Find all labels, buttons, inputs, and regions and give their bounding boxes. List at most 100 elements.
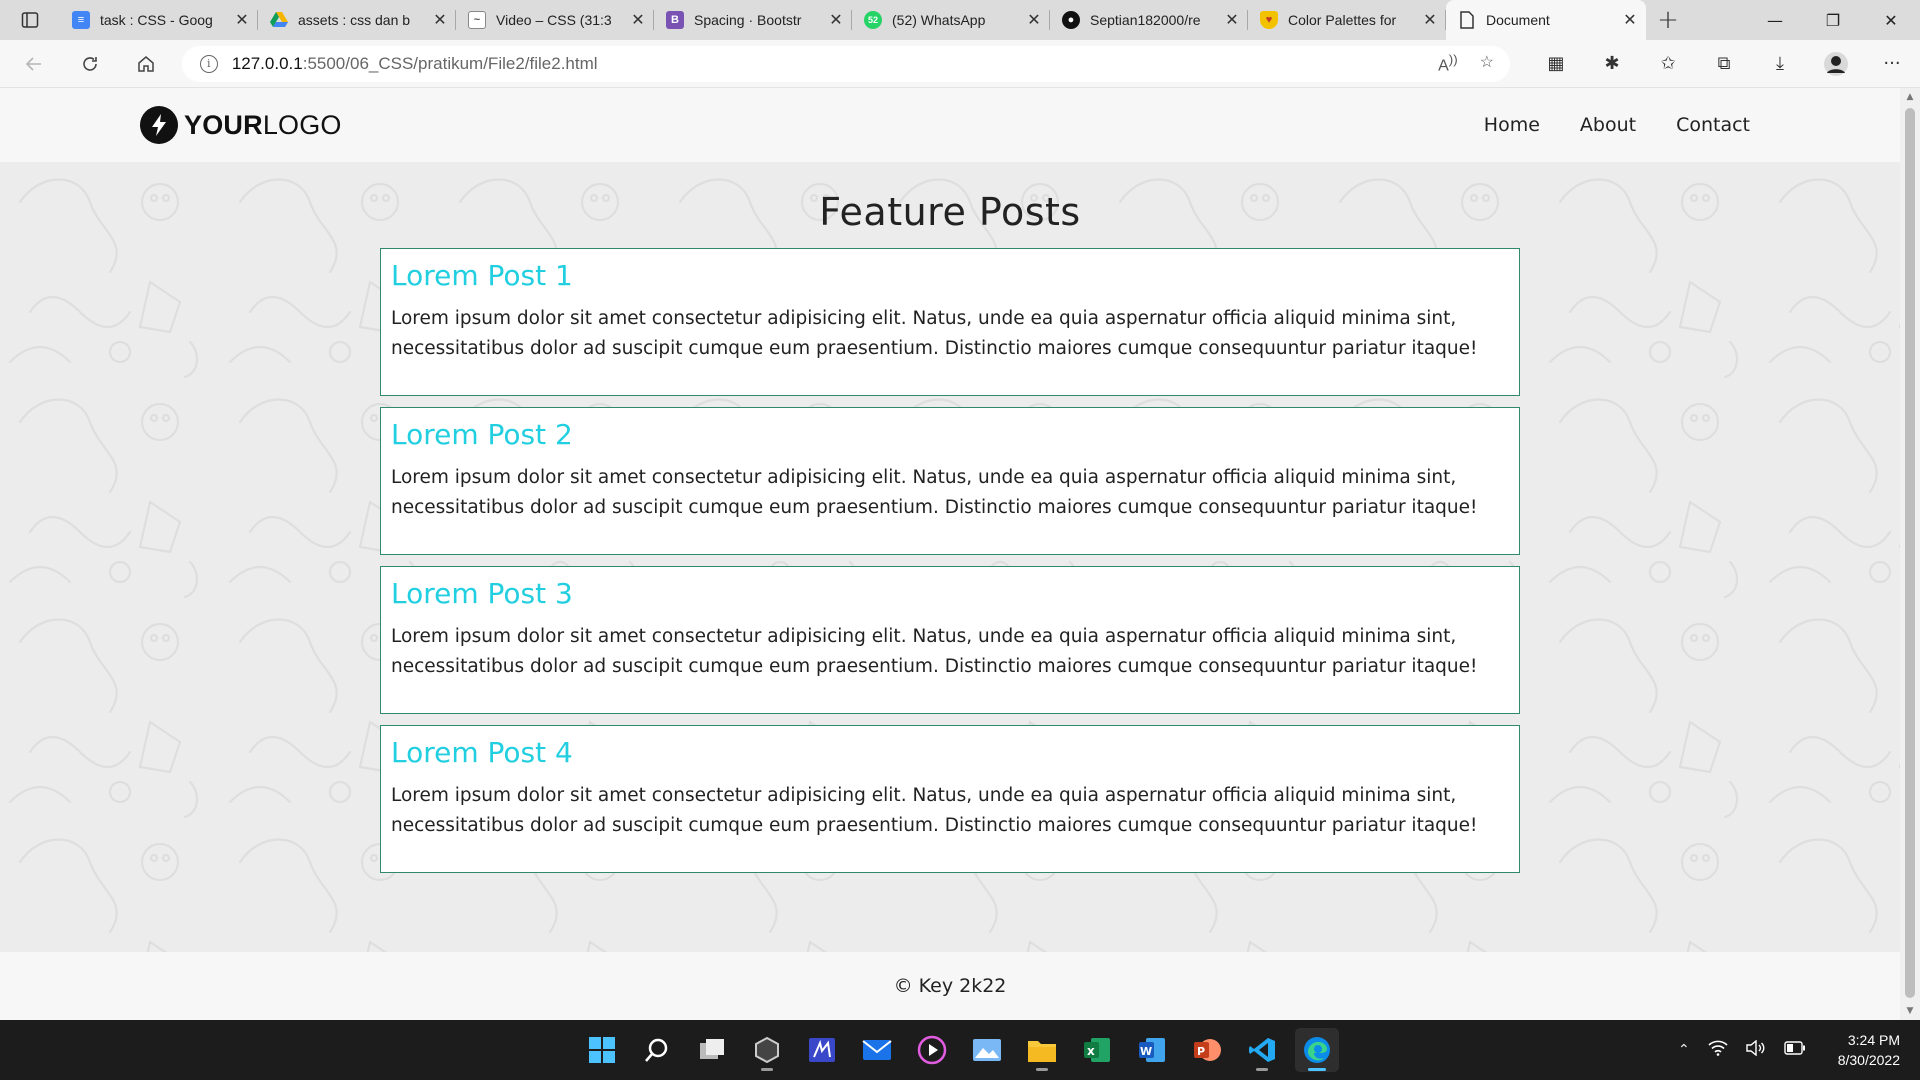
- post-body: Lorem ipsum dolor sit amet consectetur a…: [391, 308, 1478, 359]
- search-icon[interactable]: [635, 1028, 679, 1072]
- scroll-up-icon[interactable]: ▲: [1900, 92, 1920, 102]
- browser-tab-5[interactable]: 52 (52) WhatsApp ✕: [852, 0, 1050, 40]
- close-tab-icon[interactable]: ✕: [432, 10, 448, 30]
- browser-tab-6[interactable]: ● Septian182000/re ✕: [1050, 0, 1248, 40]
- logo-light-text: LOGO: [262, 109, 342, 140]
- close-tab-icon[interactable]: ✕: [1622, 10, 1638, 30]
- browser-tab-3[interactable]: ~ Video – CSS (31:3 ✕: [456, 0, 654, 40]
- powerpoint-icon[interactable]: P: [1185, 1028, 1229, 1072]
- close-tab-icon[interactable]: ✕: [234, 10, 250, 30]
- read-aloud-icon[interactable]: A)): [1438, 52, 1458, 75]
- photos-icon[interactable]: [965, 1028, 1009, 1072]
- collections-icon[interactable]: ⧉: [1696, 51, 1752, 77]
- clock-time: 3:24 PM: [1847, 1032, 1900, 1048]
- back-arrow-icon: [25, 56, 41, 71]
- battery-icon[interactable]: [1784, 1041, 1806, 1059]
- window-controls: — ❐ ✕: [1746, 0, 1920, 40]
- windows-start-icon[interactable]: [580, 1028, 624, 1072]
- more-menu-icon[interactable]: ···: [1864, 51, 1920, 77]
- svg-text:x: x: [1087, 1044, 1095, 1058]
- nav-home-link[interactable]: Home: [1484, 114, 1540, 136]
- post-body: Lorem ipsum dolor sit amet consectetur a…: [391, 785, 1478, 836]
- vscode-icon[interactable]: [1240, 1028, 1284, 1072]
- mail-icon[interactable]: [855, 1028, 899, 1072]
- bootstrap-icon: B: [666, 11, 684, 29]
- post-card: Lorem Post 1 Lorem ipsum dolor sit amet …: [380, 248, 1520, 396]
- palette-icon: ♥: [1260, 11, 1278, 29]
- post-title[interactable]: Lorem Post 1: [391, 259, 1509, 292]
- refresh-button[interactable]: [68, 46, 112, 82]
- google-docs-icon: ≡: [72, 11, 90, 29]
- app-icon[interactable]: [800, 1028, 844, 1072]
- extensions-grid-icon[interactable]: ▦: [1528, 51, 1584, 77]
- browser-toolbar: i 127.0.0.1:5500/06_CSS/pratikum/File2/f…: [0, 40, 1920, 88]
- profile-avatar-icon[interactable]: [1808, 51, 1864, 77]
- minimize-icon[interactable]: —: [1746, 0, 1804, 40]
- close-tab-icon[interactable]: ✕: [630, 10, 646, 30]
- tab-actions-button[interactable]: [0, 0, 60, 40]
- media-player-icon[interactable]: [910, 1028, 954, 1072]
- svg-text:W: W: [1140, 1045, 1152, 1058]
- chevron-up-icon[interactable]: ⌃: [1678, 1042, 1690, 1058]
- site-info-icon[interactable]: i: [199, 54, 218, 73]
- windows-taskbar: x W P ⌃ 3:24 PM 8/30/2022: [0, 1020, 1920, 1080]
- home-button[interactable]: [124, 46, 168, 82]
- excel-icon[interactable]: x: [1075, 1028, 1119, 1072]
- tab-strip: ≡ task : CSS - Goog ✕ assets : css dan b…: [0, 0, 1920, 40]
- nav-about-link[interactable]: About: [1580, 114, 1636, 136]
- close-tab-icon[interactable]: ✕: [1422, 10, 1438, 30]
- lightning-bolt-icon: [140, 106, 178, 144]
- file-explorer-icon[interactable]: [1020, 1028, 1064, 1072]
- site-main: Feature Posts Lorem Post 1 Lorem ipsum d…: [0, 162, 1900, 952]
- browser-tab-4[interactable]: B Spacing · Bootstr ✕: [654, 0, 852, 40]
- post-body: Lorem ipsum dolor sit amet consectetur a…: [391, 626, 1478, 677]
- restore-icon[interactable]: ❐: [1804, 0, 1862, 40]
- post-title[interactable]: Lorem Post 3: [391, 577, 1509, 610]
- post-title[interactable]: Lorem Post 4: [391, 736, 1509, 769]
- edge-icon[interactable]: [1295, 1028, 1339, 1072]
- post-card: Lorem Post 2 Lorem ipsum dolor sit amet …: [380, 407, 1520, 555]
- address-bar[interactable]: i 127.0.0.1:5500/06_CSS/pratikum/File2/f…: [181, 45, 1510, 82]
- new-tab-button[interactable]: +: [1646, 0, 1690, 40]
- browser-tab-active[interactable]: Document ✕: [1446, 0, 1646, 40]
- site-logo[interactable]: YOURLOGO: [140, 106, 342, 144]
- back-button[interactable]: [12, 46, 56, 82]
- google-drive-icon: [270, 11, 288, 29]
- favorites-icon[interactable]: ✩: [1640, 51, 1696, 77]
- downloads-icon[interactable]: ⤓: [1752, 51, 1808, 77]
- task-view-icon[interactable]: [690, 1028, 734, 1072]
- close-window-icon[interactable]: ✕: [1862, 0, 1920, 40]
- page-scrollbar[interactable]: ▲ ▼: [1900, 88, 1920, 1020]
- document-icon: [1458, 11, 1476, 29]
- post-body: Lorem ipsum dolor sit amet consectetur a…: [391, 467, 1478, 518]
- taskbar-clock[interactable]: 3:24 PM 8/30/2022: [1838, 1030, 1900, 1070]
- post-card: Lorem Post 4 Lorem ipsum dolor sit amet …: [380, 725, 1520, 873]
- add-favorite-icon[interactable]: ☆: [1480, 52, 1494, 75]
- system-tray: ⌃ 3:24 PM 8/30/2022: [1678, 1020, 1900, 1080]
- video-icon: ~: [468, 11, 486, 29]
- browser-tab-2[interactable]: assets : css dan b ✕: [258, 0, 456, 40]
- post-title[interactable]: Lorem Post 2: [391, 418, 1509, 451]
- nav-contact-link[interactable]: Contact: [1676, 114, 1750, 136]
- scroll-down-icon[interactable]: ▼: [1900, 1006, 1920, 1016]
- wifi-icon[interactable]: [1708, 1040, 1728, 1060]
- page-title: Feature Posts: [819, 190, 1081, 234]
- site-header: YOURLOGO Home About Contact: [0, 88, 1900, 162]
- logo-bold-text: YOUR: [184, 109, 263, 140]
- clock-date: 8/30/2022: [1837, 1052, 1900, 1068]
- whatsapp-icon: 52: [864, 11, 882, 29]
- tab-actions-icon: [21, 12, 39, 28]
- scrollbar-thumb[interactable]: [1905, 108, 1915, 998]
- site-nav: Home About Contact: [1484, 114, 1750, 136]
- browser-tab-7[interactable]: ♥ Color Palettes for ✕: [1248, 0, 1446, 40]
- footer-copyright: © Key 2k22: [893, 975, 1007, 997]
- browser-tab-1[interactable]: ≡ task : CSS - Goog ✕: [60, 0, 258, 40]
- page-viewport: YOURLOGO Home About Contact Feature Post…: [0, 88, 1900, 1020]
- close-tab-icon[interactable]: ✕: [828, 10, 844, 30]
- close-tab-icon[interactable]: ✕: [1026, 10, 1042, 30]
- extensions-icon[interactable]: ✱: [1584, 51, 1640, 77]
- word-icon[interactable]: W: [1130, 1028, 1174, 1072]
- app-icon[interactable]: [745, 1028, 789, 1072]
- close-tab-icon[interactable]: ✕: [1224, 10, 1240, 30]
- volume-icon[interactable]: [1746, 1039, 1766, 1060]
